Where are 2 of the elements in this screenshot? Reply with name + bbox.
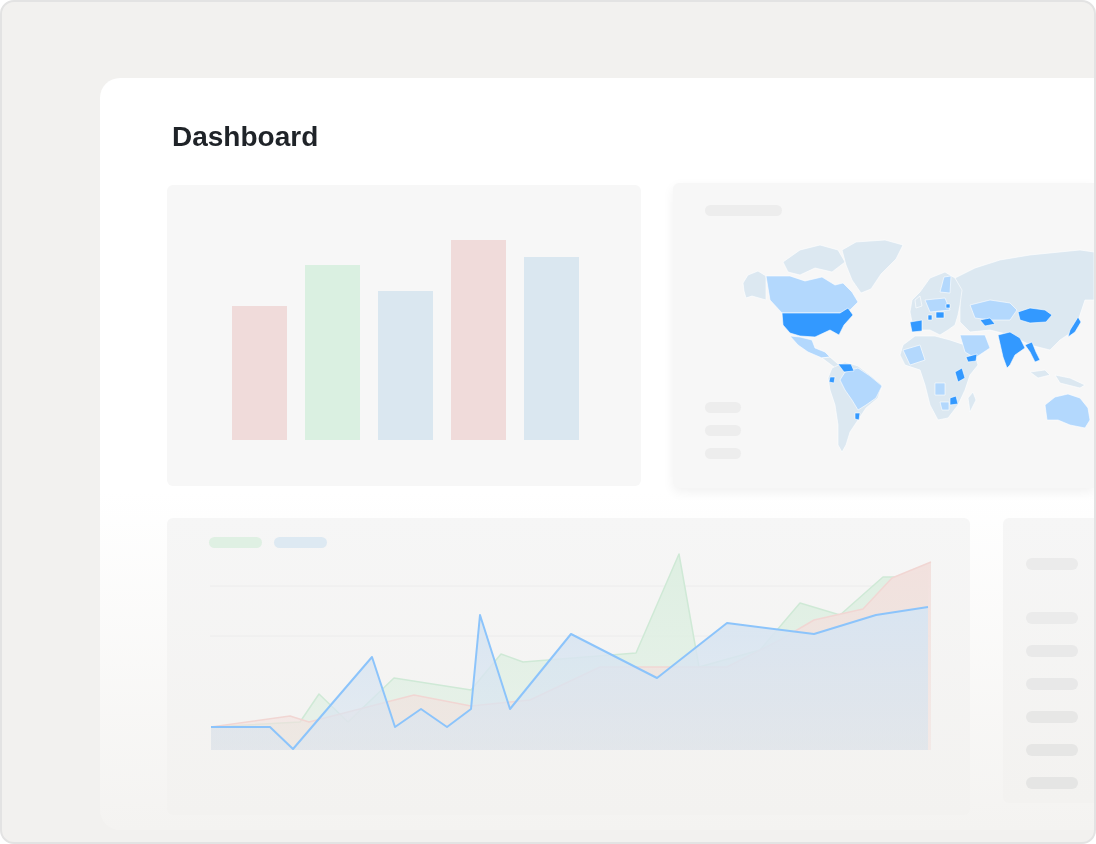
- page-title: Dashboard: [172, 120, 319, 154]
- legend-swatch-icon: [274, 537, 327, 548]
